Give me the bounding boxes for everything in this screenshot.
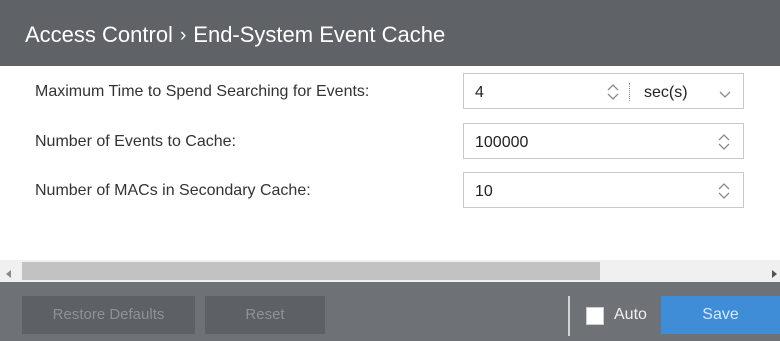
spinner-arrows-icon[interactable] xyxy=(606,82,620,102)
spinner-arrows-icon[interactable] xyxy=(717,181,731,201)
max-search-time-value[interactable]: 4 xyxy=(475,84,484,102)
chevron-down-icon[interactable] xyxy=(718,87,732,105)
spinner-arrows-icon[interactable] xyxy=(717,132,731,152)
page-header: Access Control › End-System Event Cache xyxy=(0,0,780,66)
auto-checkbox[interactable] xyxy=(586,307,604,325)
field-label: Number of MACs in Secondary Cache: xyxy=(35,182,311,199)
unit-divider xyxy=(629,83,630,101)
breadcrumb-section[interactable]: Access Control xyxy=(25,22,173,47)
form-row-macs-secondary-cache: Number of MACs in Secondary Cache: 10 xyxy=(0,172,780,212)
reset-button[interactable]: Reset xyxy=(205,296,325,334)
macs-secondary-cache-spinner[interactable]: 10 xyxy=(463,172,744,208)
footer-divider xyxy=(568,296,570,336)
macs-secondary-cache-value[interactable]: 10 xyxy=(475,183,493,201)
field-label: Number of Events to Cache: xyxy=(35,133,236,150)
events-to-cache-value[interactable]: 100000 xyxy=(475,134,528,152)
scrollbar-thumb[interactable] xyxy=(22,262,600,280)
save-button[interactable]: Save xyxy=(661,296,780,334)
form-row-max-search-time: Maximum Time to Spend Searching for Even… xyxy=(0,73,780,113)
time-unit-select[interactable]: sec(s) xyxy=(644,84,688,102)
page-title: End-System Event Cache xyxy=(193,22,446,47)
auto-label[interactable]: Auto xyxy=(614,306,647,324)
restore-defaults-button[interactable]: Restore Defaults xyxy=(22,296,195,334)
max-search-time-spinner[interactable]: 4 sec(s) xyxy=(463,73,744,109)
chevron-right-icon: › xyxy=(179,25,187,46)
horizontal-scrollbar[interactable] xyxy=(0,260,780,282)
breadcrumb: Access Control › End-System Event Cache xyxy=(25,22,445,48)
field-label: Maximum Time to Spend Searching for Even… xyxy=(35,83,370,100)
form-row-events-to-cache: Number of Events to Cache: 100000 xyxy=(0,123,780,163)
footer-toolbar: Restore Defaults Reset Auto Save xyxy=(0,282,780,341)
events-to-cache-spinner[interactable]: 100000 xyxy=(463,123,744,159)
